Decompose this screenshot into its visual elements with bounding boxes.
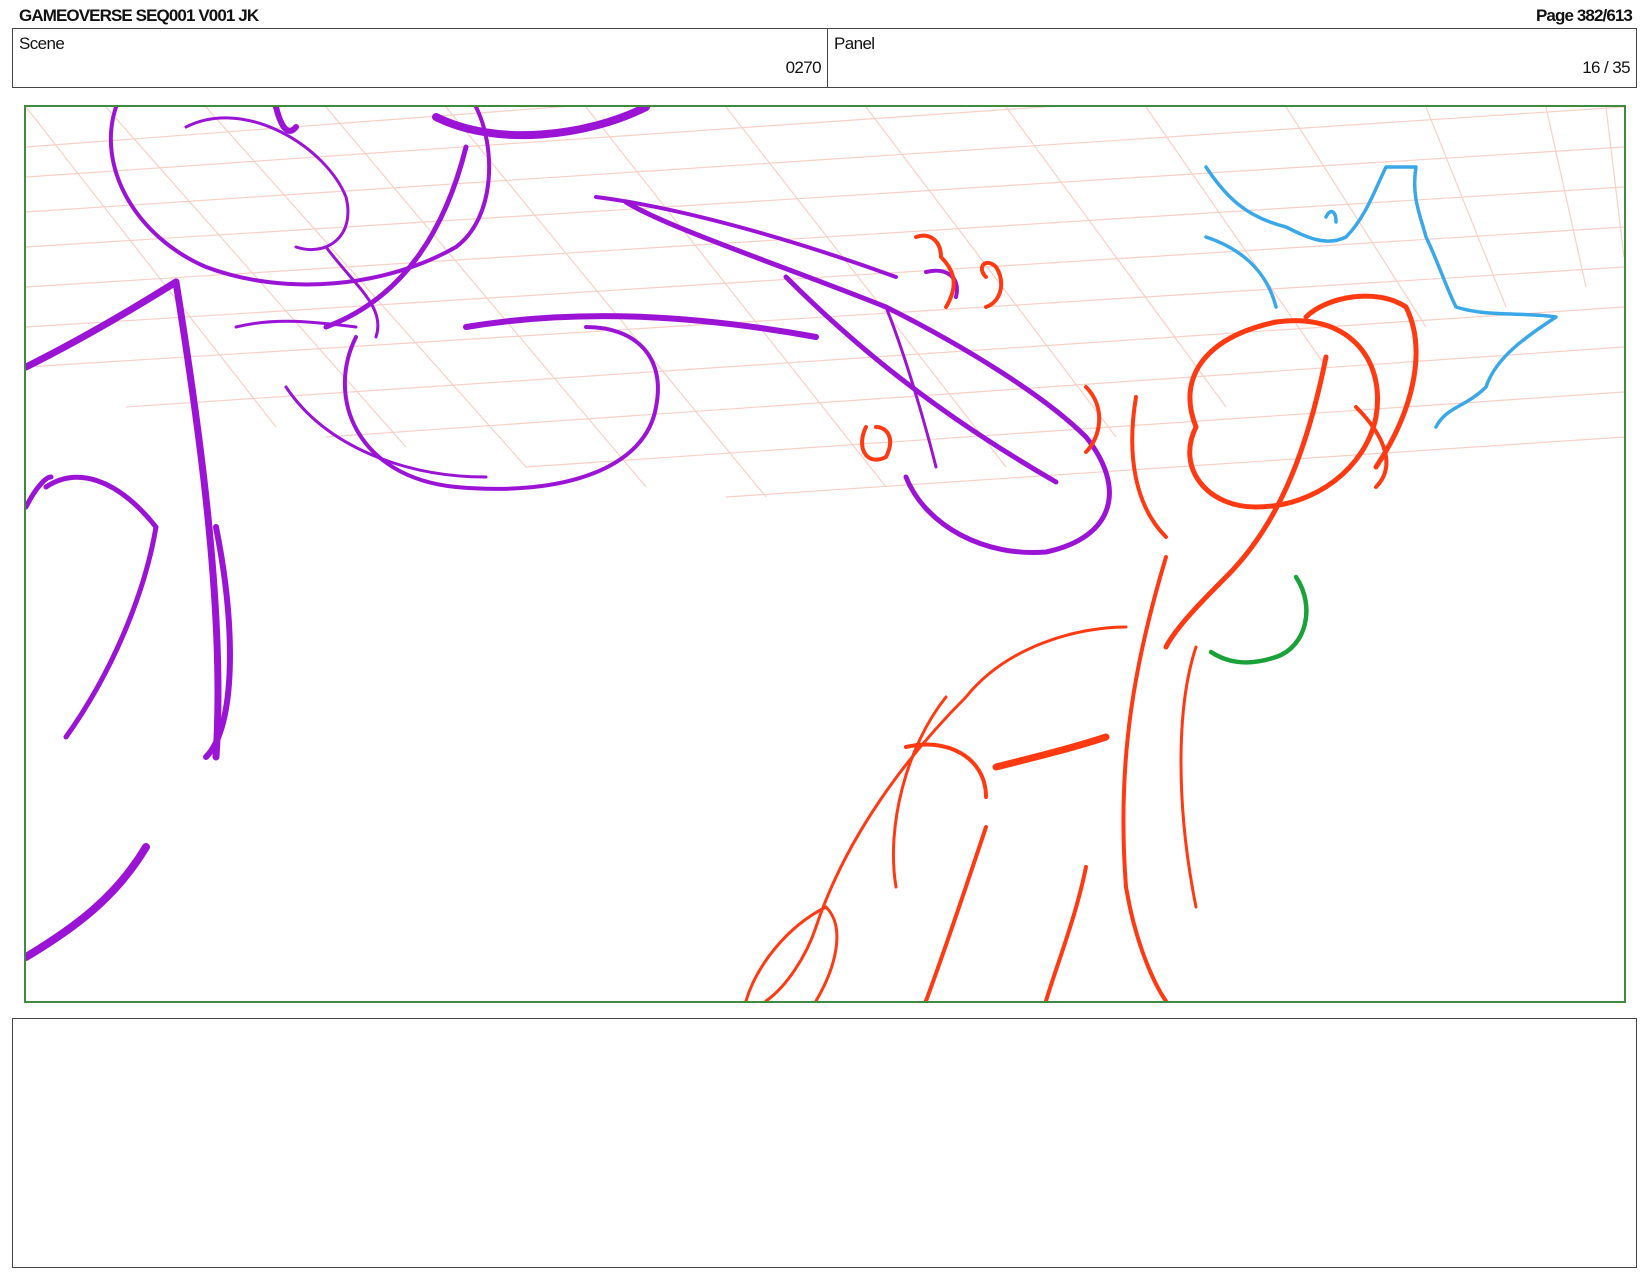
scene-value: 0270 (785, 58, 822, 77)
perspective-grid (26, 107, 1624, 498)
green-accent-sketch (1208, 574, 1309, 665)
page-number: Page 382/613 (1535, 6, 1633, 25)
panel-cell: Panel 16 / 35 (828, 29, 1636, 87)
panel-value: 16 / 35 (1582, 58, 1630, 77)
notes-box (12, 1018, 1637, 1268)
red-character-sketch (744, 233, 1419, 1001)
scene-panel-info: Scene 0270 Panel 16 / 35 (12, 28, 1637, 88)
scene-label: Scene (19, 34, 65, 53)
purple-character-sketch (26, 107, 1112, 961)
document-title: GAMEOVERSE SEQ001 V001 JK (19, 6, 259, 25)
panel-label: Panel (834, 34, 875, 53)
storyboard-sketch-image (26, 107, 1624, 1001)
storyboard-panel-frame (24, 105, 1626, 1003)
scene-cell: Scene 0270 (13, 29, 828, 87)
